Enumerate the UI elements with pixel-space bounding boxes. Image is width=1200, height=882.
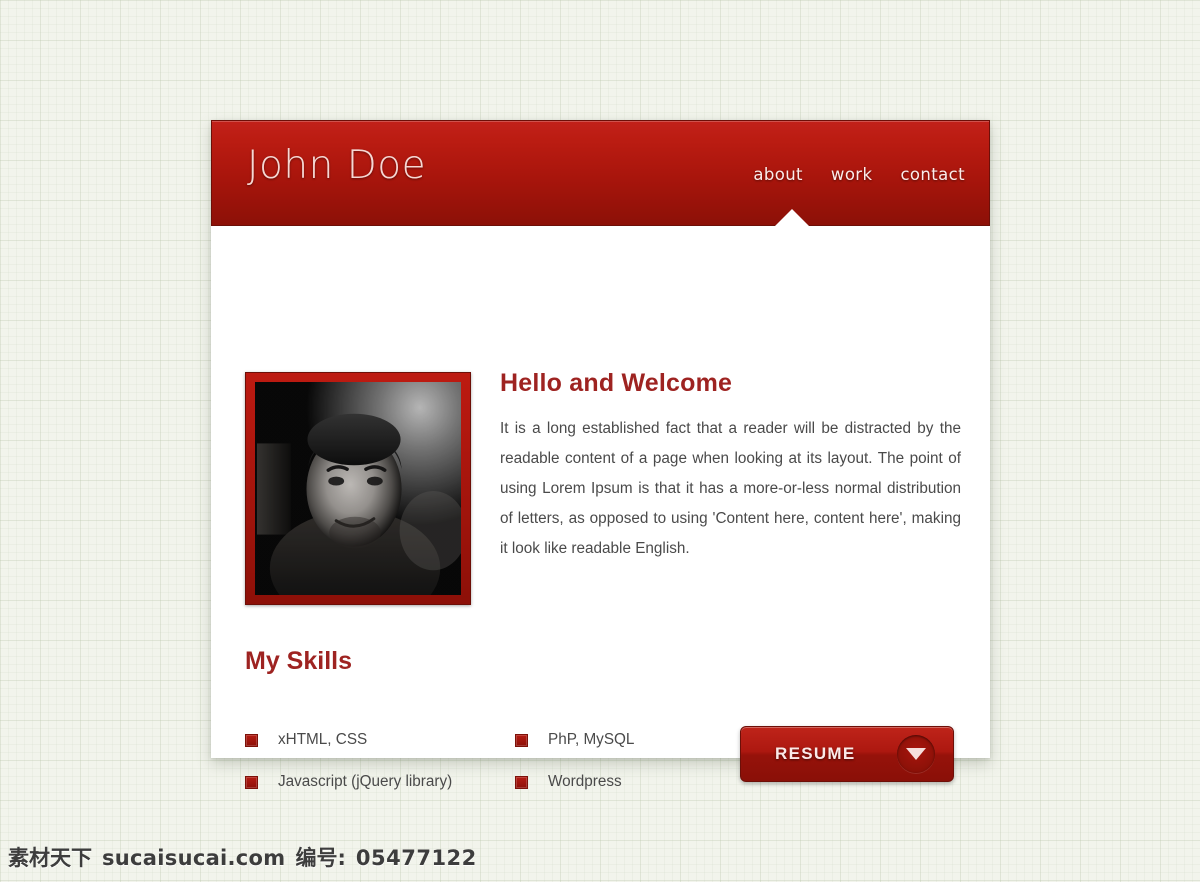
bullet-square-icon [245, 733, 258, 747]
skill-label: xHTML, CSS [278, 731, 368, 748]
profile-photo-frame [245, 372, 471, 605]
skill-label: PhP, MySQL [548, 731, 635, 748]
nav-item-about[interactable]: about [753, 165, 803, 184]
watermark-id-label: 编号: [295, 846, 346, 870]
skill-item: Javascript (jQuery library) [245, 761, 515, 803]
skill-item: xHTML, CSS [245, 719, 515, 761]
bullet-square-icon [515, 733, 528, 747]
watermark-id-value: 05477122 [355, 846, 477, 870]
skill-item: PhP, MySQL [515, 719, 725, 761]
watermark: 素材天下 sucaisucai.com 编号: 05477122 [8, 842, 477, 872]
watermark-site-cn: 素材天下 [8, 846, 92, 870]
resume-button-label: RESUME [775, 744, 856, 763]
resume-dropdown-toggle[interactable] [897, 735, 935, 773]
intro-block: Hello and Welcome It is a long establish… [500, 369, 961, 564]
skill-label: Javascript (jQuery library) [278, 773, 453, 790]
skills-list: xHTML, CSS Javascript (jQuery library) P… [245, 719, 725, 803]
active-nav-pointer-icon [775, 209, 809, 226]
skill-item: Wordpress [515, 761, 725, 803]
profile-photo [255, 382, 461, 595]
watermark-site: sucaisucai.com [102, 846, 286, 870]
skills-column-two: PhP, MySQL Wordpress [515, 719, 725, 803]
page-root: John Doe about work contact Hello and We… [0, 0, 1200, 882]
profile-card: John Doe about work contact Hello and We… [211, 120, 990, 790]
skills-heading: My Skills [245, 647, 352, 675]
skills-column-one: xHTML, CSS Javascript (jQuery library) [245, 719, 515, 803]
site-logo: John Doe [247, 143, 427, 188]
welcome-paragraph: It is a long established fact that a rea… [500, 420, 961, 557]
welcome-heading: Hello and Welcome [500, 369, 733, 397]
resume-button[interactable]: RESUME [740, 726, 954, 782]
card-body: Hello and Welcome It is a long establish… [211, 226, 990, 790]
site-header: John Doe about work contact [211, 120, 990, 226]
nav-item-contact[interactable]: contact [900, 165, 965, 184]
bullet-square-icon [515, 775, 528, 789]
bullet-square-icon [245, 775, 258, 789]
chevron-down-icon [906, 748, 926, 760]
main-navigation: about work contact [753, 165, 965, 184]
nav-item-work[interactable]: work [831, 165, 873, 184]
skill-label: Wordpress [548, 773, 622, 790]
